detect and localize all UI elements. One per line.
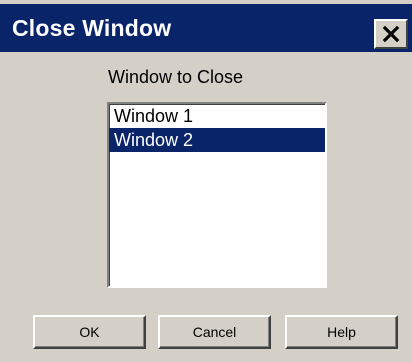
close-window-dialog: Close Window Window to Close Window 1 Wi…: [0, 0, 412, 362]
close-icon: [382, 25, 400, 43]
cancel-button[interactable]: Cancel: [158, 315, 271, 349]
help-button[interactable]: Help: [285, 315, 398, 349]
list-item-window-1[interactable]: Window 1: [109, 104, 325, 128]
ok-button[interactable]: OK: [33, 315, 146, 349]
list-item-window-2[interactable]: Window 2: [109, 128, 325, 152]
title-bar[interactable]: Close Window: [0, 4, 412, 52]
close-button[interactable]: [374, 19, 408, 49]
window-to-close-label: Window to Close: [108, 67, 244, 87]
window-listbox[interactable]: Window 1 Window 2: [107, 102, 327, 288]
window-title: Close Window: [12, 15, 172, 41]
